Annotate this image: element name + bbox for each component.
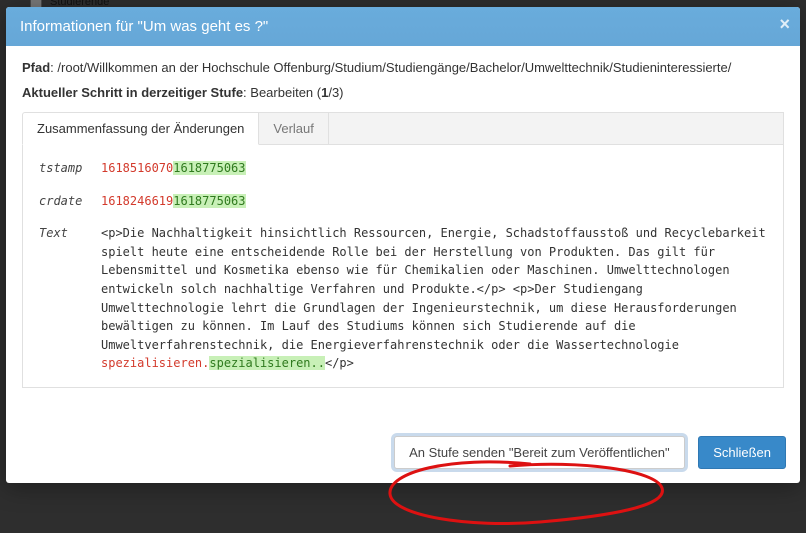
close-icon[interactable]: ×: [779, 15, 790, 33]
close-button[interactable]: Schließen: [698, 436, 786, 469]
step-line: Aktueller Schritt in derzeitiger Stufe: …: [22, 85, 784, 100]
send-to-stage-button[interactable]: An Stufe senden "Bereit zum Veröffentlic…: [394, 436, 684, 469]
crdate-new: 1618775063: [173, 194, 245, 208]
diff-panel: tstamp 16185160701618775063 crdate 16182…: [22, 145, 784, 388]
dialog-header: Informationen für "Um was geht es ?" ×: [6, 7, 800, 46]
dialog-body: Pfad: /root/Willkommen an der Hochschule…: [6, 46, 800, 396]
info-dialog: Informationen für "Um was geht es ?" × P…: [6, 7, 800, 483]
path-line: Pfad: /root/Willkommen an der Hochschule…: [22, 60, 784, 75]
tab-bar: Zusammenfassung der Änderungen Verlauf: [22, 112, 784, 145]
text-new: spezialisieren..: [209, 356, 325, 370]
diff-row-text: Text <p>Die Nachhaltigkeit hinsichtlich …: [39, 224, 767, 373]
step-suffix: /3): [328, 85, 343, 100]
dialog-title: Informationen für "Um was geht es ?": [20, 18, 268, 35]
tab-history[interactable]: Verlauf: [259, 112, 328, 145]
crdate-old: 1618246619: [101, 194, 173, 208]
tab-filler: [329, 112, 784, 145]
text-body: <p>Die Nachhaltigkeit hinsichtlich Resso…: [101, 226, 766, 352]
text-label: Text: [39, 224, 101, 373]
tstamp-label: tstamp: [39, 159, 101, 178]
step-label: Aktueller Schritt in derzeitiger Stufe: [22, 85, 243, 100]
diff-row-crdate: crdate 16182466191618775063: [39, 192, 767, 211]
tstamp-old: 1618516070: [101, 161, 173, 175]
text-old: spezialisieren.: [101, 356, 209, 370]
dialog-footer: An Stufe senden "Bereit zum Veröffentlic…: [6, 426, 800, 483]
tab-summary[interactable]: Zusammenfassung der Änderungen: [22, 112, 259, 145]
step-prefix: : Bearbeiten (: [243, 85, 321, 100]
text-tail: </p>: [325, 356, 354, 370]
crdate-label: crdate: [39, 192, 101, 211]
path-value: : /root/Willkommen an der Hochschule Off…: [50, 60, 731, 75]
tstamp-new: 1618775063: [173, 161, 245, 175]
path-label: Pfad: [22, 60, 50, 75]
diff-row-tstamp: tstamp 16185160701618775063: [39, 159, 767, 178]
text-body-wrap: <p>Die Nachhaltigkeit hinsichtlich Resso…: [101, 224, 767, 373]
